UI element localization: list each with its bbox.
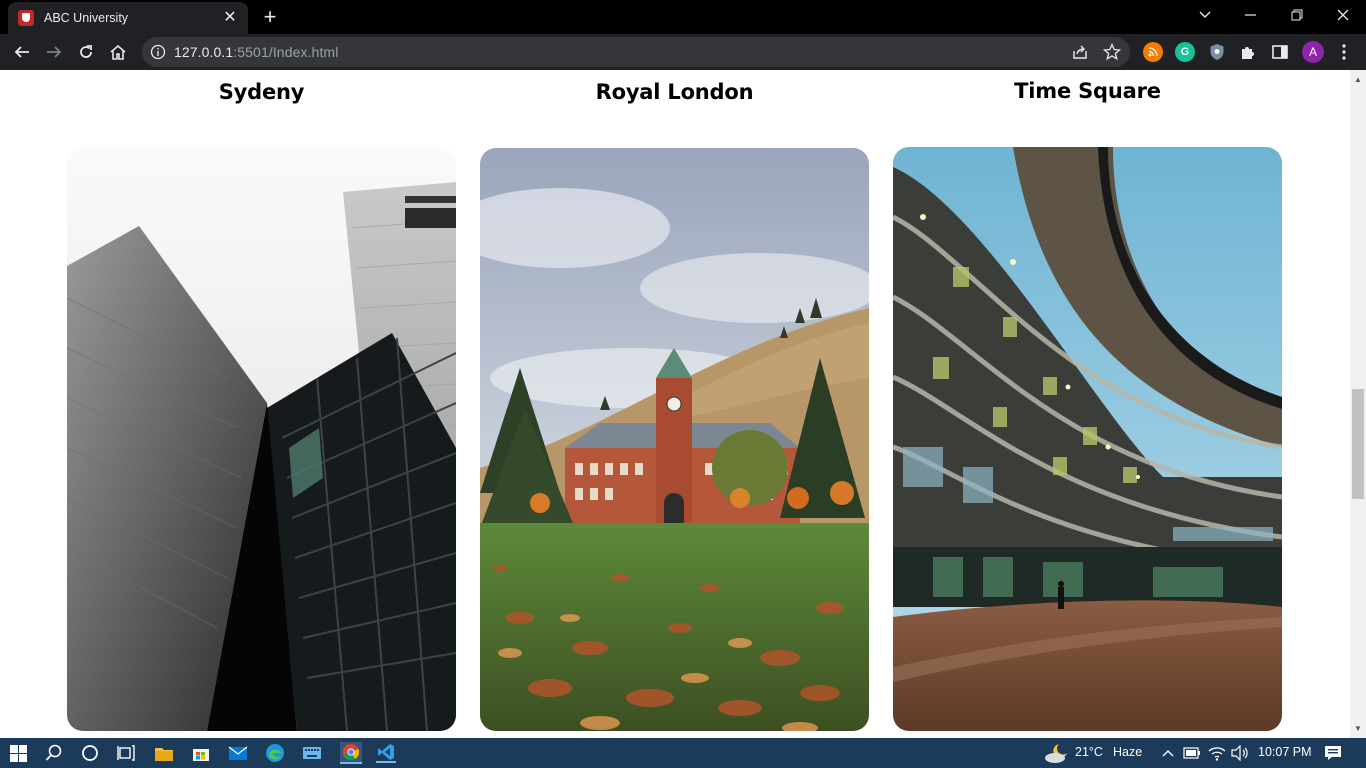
mail-icon[interactable] (228, 743, 248, 763)
url-host: 127.0.0.1 (174, 44, 234, 60)
restore-window-button[interactable] (1274, 0, 1320, 30)
shield-extension-icon[interactable] (1207, 42, 1227, 62)
weather-temperature[interactable]: 21°C (1075, 745, 1103, 759)
scrollbar-thumb[interactable] (1352, 389, 1364, 499)
url-path: :5501/Index.html (233, 44, 339, 60)
card-title-time-square: Time Square (1014, 79, 1161, 103)
volume-icon[interactable] (1230, 743, 1250, 763)
rss-extension-icon[interactable] (1143, 42, 1163, 62)
side-panel-icon[interactable] (1271, 43, 1289, 66)
tab-search-chevron-icon[interactable] (1182, 0, 1228, 30)
campus-photo-time-square[interactable] (893, 147, 1282, 731)
close-tab-icon[interactable]: ✕ (222, 10, 238, 26)
university-shield-icon (18, 10, 34, 26)
site-info-icon[interactable] (150, 44, 166, 65)
browser-menu-kebab-icon[interactable] (1337, 43, 1351, 66)
forward-arrow-icon[interactable] (40, 38, 68, 66)
home-icon[interactable] (104, 38, 132, 66)
campus-photo-royal-london[interactable] (480, 148, 869, 731)
back-arrow-icon[interactable] (8, 38, 36, 66)
card-title-sydeny: Sydeny (218, 80, 305, 104)
browser-tab[interactable]: ABC University ✕ (8, 2, 248, 34)
search-icon[interactable] (44, 743, 64, 763)
scroll-down-arrow-icon[interactable]: ▼ (1350, 721, 1366, 737)
grammarly-extension-icon[interactable]: G (1175, 42, 1195, 62)
reload-icon[interactable] (72, 38, 100, 66)
touch-keyboard-icon[interactable] (302, 743, 322, 763)
chrome-taskbar-icon[interactable] (340, 742, 362, 764)
wifi-icon[interactable] (1207, 743, 1227, 763)
bookmark-star-icon[interactable] (1102, 42, 1122, 66)
minimize-window-button[interactable] (1228, 0, 1274, 30)
task-view-icon[interactable] (116, 743, 136, 763)
page-viewport: Sydeny Royal London Time Square (0, 70, 1350, 738)
url-text[interactable]: 127.0.0.1:5501/Index.html (174, 44, 338, 60)
share-icon[interactable] (1071, 43, 1089, 66)
windows-start-icon[interactable] (8, 743, 28, 763)
tab-title: ABC University (44, 11, 129, 25)
cortana-icon[interactable] (80, 743, 100, 763)
vscode-taskbar-icon[interactable] (376, 743, 396, 763)
microsoft-store-icon[interactable] (191, 743, 211, 763)
weather-description[interactable]: Haze (1113, 745, 1142, 759)
edge-browser-icon[interactable] (265, 743, 285, 763)
battery-icon[interactable] (1182, 743, 1202, 763)
new-tab-button[interactable]: + (258, 6, 282, 30)
scroll-up-arrow-icon[interactable]: ▲ (1350, 72, 1366, 88)
file-explorer-icon[interactable] (154, 743, 174, 763)
profile-avatar[interactable]: A (1302, 41, 1324, 63)
campus-photo-sydeny[interactable] (67, 148, 456, 731)
weather-cloud-moon-icon[interactable] (1043, 741, 1069, 765)
extensions-puzzle-icon[interactable] (1239, 43, 1257, 66)
notification-center-icon[interactable] (1323, 743, 1343, 763)
system-clock[interactable]: 10:07 PM (1258, 745, 1312, 759)
card-title-royal-london: Royal London (595, 80, 754, 104)
close-window-button[interactable] (1320, 0, 1366, 30)
show-hidden-icons-chevron-icon[interactable] (1158, 743, 1178, 763)
